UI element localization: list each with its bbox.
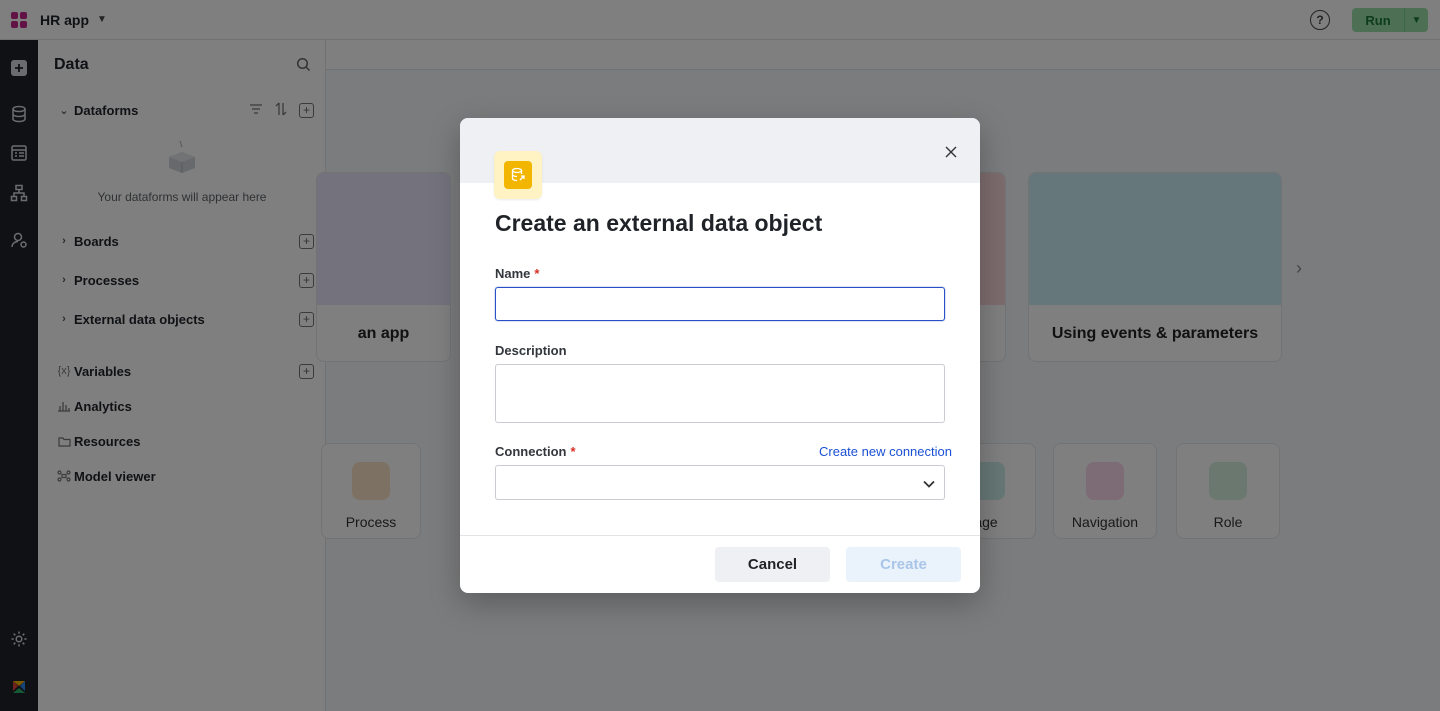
name-input[interactable] [495,287,945,321]
connection-label: Connection * [495,444,576,459]
create-external-data-object-dialog: Create an external data object Name * Des… [460,118,980,593]
name-label-text: Name [495,266,531,281]
close-icon[interactable] [942,143,960,161]
external-data-object-icon [504,161,532,189]
create-button[interactable]: Create [846,547,961,582]
required-mark: * [570,444,576,459]
dialog-icon-container [494,151,542,199]
connection-label-text: Connection [495,444,567,459]
cancel-button[interactable]: Cancel [715,547,830,582]
create-new-connection-link[interactable]: Create new connection [819,444,952,459]
description-textarea[interactable] [495,364,945,423]
description-label: Description [495,343,567,358]
name-label: Name * [495,266,539,281]
connection-select[interactable] [495,465,945,500]
required-mark: * [534,266,540,281]
chevron-down-icon[interactable] [923,475,935,493]
dialog-title: Create an external data object [495,210,823,236]
dialog-footer-divider [460,535,980,536]
